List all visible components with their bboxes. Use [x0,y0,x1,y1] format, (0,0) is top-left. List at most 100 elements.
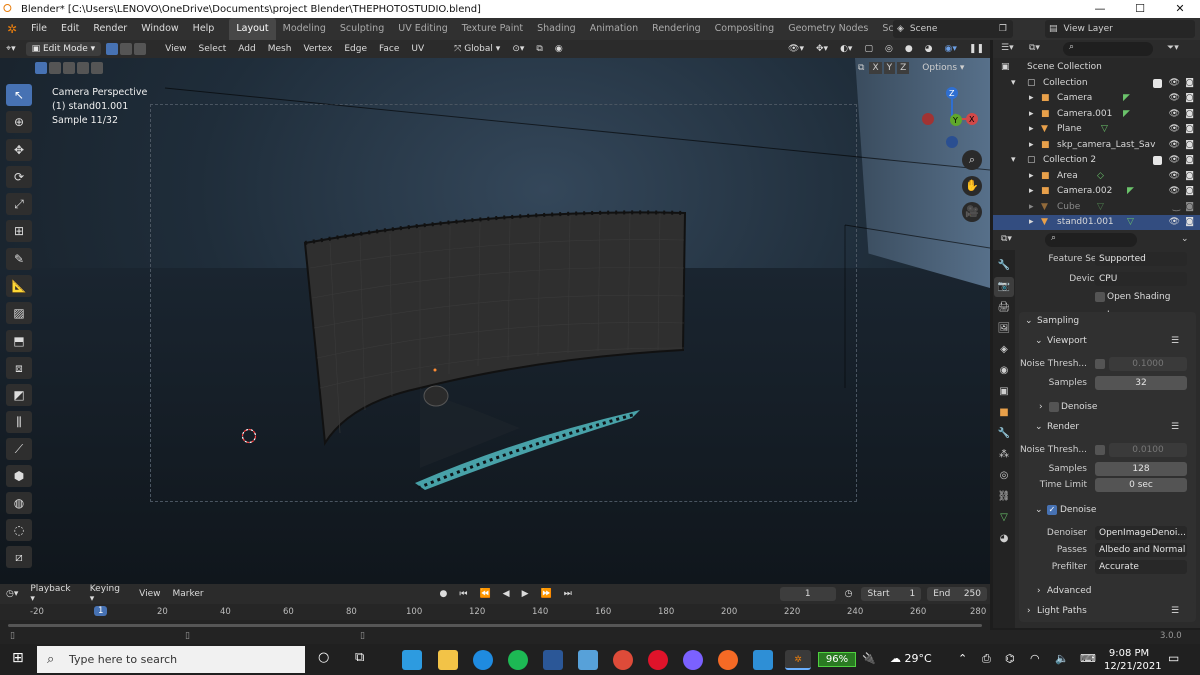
material-tab-icon[interactable]: ◕ [994,529,1014,549]
3d-cursor-icon[interactable] [240,428,260,448]
render-camera-icon[interactable]: ◙ [1185,91,1194,107]
visibility-eye-icon[interactable]: 👁 [1169,91,1180,107]
time-limit-field[interactable]: 0 sec [1095,478,1187,492]
preset-list-icon[interactable]: ☰ [1171,418,1179,436]
end-frame-field[interactable]: End 250 [927,587,988,601]
render-camera-icon[interactable]: ◙ [1185,153,1194,169]
tab-modeling[interactable]: Modeling [276,18,333,40]
timeline-editor-icon[interactable]: ◷▾ [0,589,24,599]
vp-menu-edge[interactable]: Edge [338,44,373,54]
mail-icon[interactable] [578,650,598,670]
minimize-button[interactable]: — [1080,0,1120,18]
menu-help[interactable]: Help [186,18,222,40]
pivot-icon[interactable]: ⊙▾ [506,44,530,54]
visibility-eye-icon[interactable]: 👁 [1169,107,1180,123]
cursor-tool-icon[interactable]: ⊕ [6,111,32,133]
zoom-icon[interactable]: ⌕ [962,150,982,170]
jump-start-icon[interactable]: ⏮ [453,589,473,599]
select-box-tool-icon[interactable]: ↖ [6,84,32,106]
transform-orientation-dropdown[interactable]: ⤧ Global ▾ [448,44,506,54]
language-icon[interactable]: ⌨ [1080,652,1096,665]
preview-range-icon[interactable]: ◷ [839,589,859,599]
select-mode-vertex[interactable] [106,43,119,55]
expand-icon[interactable]: ▾ [1011,76,1016,92]
spin-tool-icon[interactable]: ◍ [6,492,32,514]
select-intersect-icon[interactable] [91,62,103,74]
outliner-row-camera-001[interactable]: ▸ ■ Camera.001 ◤ 👁 ◙ [993,107,1200,123]
editor-type-icon[interactable]: ⌖▾ [0,44,22,54]
maximize-button[interactable]: ☐ [1120,0,1160,18]
mode-dropdown[interactable]: ▣ Edit Mode ▾ [25,42,102,56]
pan-hand-icon[interactable]: ✋ [962,176,982,196]
loop-cut-tool-icon[interactable]: ⫼ [6,411,32,433]
select-new-icon[interactable] [35,62,47,74]
opera-icon[interactable] [648,650,668,670]
volume-icon[interactable]: 🔈 [1055,652,1069,665]
blender-menu-icon[interactable]: ✲ [0,18,24,40]
viewport-subpanel-header[interactable]: ⌄ Viewport ☰ [1015,332,1200,350]
inset-tool-icon[interactable]: ⧈ [6,357,32,379]
file-explorer-icon[interactable] [438,650,458,670]
preset-list-icon[interactable]: ☰ [1171,332,1179,350]
light-data-icon[interactable]: ◇ [1097,169,1104,185]
discord-icon[interactable] [683,650,703,670]
visibility-eye-icon[interactable]: 👁 [1169,215,1180,231]
start-frame-field[interactable]: Start 1 [861,587,922,601]
passes-dropdown[interactable]: Albedo and Normal [1095,543,1187,557]
vp-menu-select[interactable]: Select [193,44,233,54]
taskbar-search-input[interactable]: ⌕ Type here to search [37,646,305,673]
3d-viewport[interactable] [0,58,990,584]
shading-rendered-icon[interactable]: ◉▾ [939,44,963,54]
edge-browser-icon[interactable] [473,650,493,670]
photos-icon[interactable] [753,650,773,670]
tab-sculpting[interactable]: Sculpting [333,18,391,40]
sampling-header[interactable]: ⌄ Sampling [1015,312,1200,330]
mesh-data-icon[interactable]: ▽ [1101,122,1108,138]
gizmo-toggle-icon[interactable]: ✥▾ [810,44,834,54]
prefilter-dropdown[interactable]: Accurate [1095,560,1187,574]
expand-icon[interactable]: ▸ [1029,107,1034,123]
exclude-checkbox[interactable] [1153,156,1162,165]
outliner-editor-icon[interactable]: ☰▾ [1001,43,1014,53]
scene-selector[interactable]: ◈ Scene ❐ [893,20,1013,38]
render-denoise-checkbox[interactable]: ✓ [1047,505,1057,515]
viewport-noise-checkbox[interactable] [1095,359,1105,369]
tab-layout[interactable]: Layout [229,18,276,40]
properties-search-input[interactable]: ⌕ [1045,233,1137,247]
jump-end-icon[interactable]: ⏭ [558,589,578,599]
render-samples-field[interactable]: 128 [1095,462,1187,476]
outliner-row-collection-2[interactable]: ▾ ▢ Collection 2 👁 ◙ [993,153,1200,169]
data-tab-icon[interactable]: ▽ [994,508,1014,528]
viewport-samples-field[interactable]: 32 [1095,376,1187,390]
pause-render-icon[interactable]: ❚❚ [963,44,990,54]
add-cube-tool-icon[interactable]: ▨ [6,302,32,324]
rotate-tool-icon[interactable]: ⟳ [6,166,32,188]
current-frame-field[interactable]: 1 [779,587,836,601]
transform-tool-icon[interactable]: ⊞ [6,220,32,242]
navigation-gizmo[interactable]: Z Y X [918,84,984,150]
record-icon[interactable]: ● [433,589,453,599]
menu-window[interactable]: Window [134,18,185,40]
shear-tool-icon[interactable]: ⧄ [6,546,32,568]
network-icon[interactable]: ⌬ [1005,652,1015,665]
chevron-up-icon[interactable]: ⌃ [958,652,967,665]
xray-icon[interactable]: ▢ [858,44,879,54]
mesh-data-icon[interactable]: ▽ [1097,200,1104,216]
osl-checkbox[interactable] [1095,292,1105,302]
tab-texture-paint[interactable]: Texture Paint [455,18,530,40]
viewport-denoise-checkbox[interactable] [1049,402,1059,412]
expand-icon[interactable]: ▾ [1011,153,1016,169]
modifier-tab-icon[interactable]: 🔧 [994,424,1014,444]
properties-editor-icon[interactable]: ⧉▾ [1001,234,1012,244]
mesh-data-icon[interactable]: ▽ [1127,215,1134,231]
visibility-eye-icon[interactable]: 👁 [1169,153,1180,169]
render-tab-icon[interactable]: 📷 [994,277,1014,297]
feature-set-dropdown[interactable]: Supported [1095,252,1187,266]
tab-animation[interactable]: Animation [583,18,645,40]
measure-tool-icon[interactable]: 📐 [6,275,32,297]
chrome-icon[interactable] [613,650,633,670]
mirror-x-button[interactable]: X [869,62,882,74]
menu-edit[interactable]: Edit [54,18,86,40]
render-camera-icon[interactable]: ◙ [1185,122,1194,138]
close-button[interactable]: ✕ [1160,0,1200,18]
